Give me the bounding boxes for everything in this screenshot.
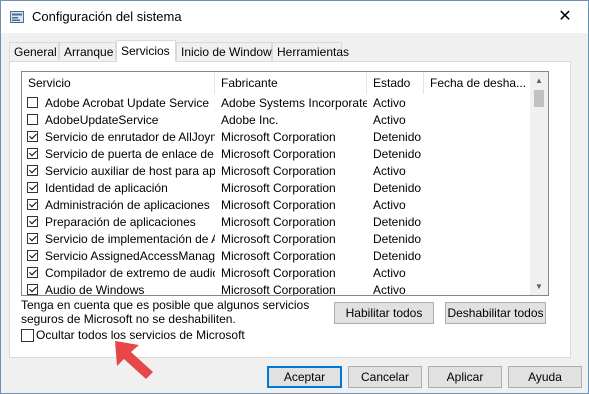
service-name: Servicio de implementación de A...: [45, 232, 215, 246]
services-list-rows: Adobe Acrobat Update Service Adobe System…: [22, 95, 530, 296]
list-item[interactable]: Preparación de aplicaciones Microsoft Cor…: [22, 214, 530, 231]
service-status: Detenido: [373, 147, 422, 161]
apply-button[interactable]: Aplicar: [428, 366, 502, 388]
service-checkbox[interactable]: [27, 284, 38, 295]
list-item[interactable]: Adobe Acrobat Update Service Adobe System…: [22, 95, 530, 112]
column-header-estado[interactable]: Estado: [367, 72, 424, 94]
tab-general[interactable]: General: [9, 42, 59, 60]
arrow-icon: [115, 341, 153, 379]
service-status: Detenido: [373, 130, 422, 144]
scroll-up-icon[interactable]: ▲: [530, 72, 548, 89]
service-name: Servicio AssignedAccessManager: [45, 249, 215, 263]
service-manufacturer: Microsoft Corporation: [221, 232, 336, 246]
service-status: Detenido: [373, 249, 422, 263]
service-name: AdobeUpdateService: [45, 113, 159, 127]
list-item[interactable]: Servicio de puerta de enlace de ... Micro…: [22, 146, 530, 163]
list-item[interactable]: Servicio de implementación de A... Micros…: [22, 231, 530, 248]
column-header-fecha[interactable]: Fecha de desha...: [424, 72, 530, 94]
service-name: Servicio de puerta de enlace de ...: [45, 147, 215, 161]
close-button[interactable]: ✕: [542, 1, 588, 33]
service-status: Activo: [373, 283, 406, 296]
service-checkbox[interactable]: [27, 114, 38, 125]
list-item[interactable]: Servicio de enrutador de AllJoyn Microsof…: [22, 129, 530, 146]
list-item[interactable]: AdobeUpdateService Adobe Inc. Activo: [22, 112, 530, 129]
service-checkbox[interactable]: [27, 250, 38, 261]
cancel-button[interactable]: Cancelar: [348, 366, 422, 388]
service-checkbox[interactable]: [27, 97, 38, 108]
service-status: Detenido: [373, 215, 422, 229]
service-checkbox[interactable]: [27, 148, 38, 159]
services-list[interactable]: Servicio Fabricante Estado Fecha de desh…: [21, 71, 549, 296]
service-name: Servicio de enrutador de AllJoyn: [45, 130, 215, 144]
ok-button[interactable]: Aceptar: [267, 366, 342, 388]
list-item[interactable]: Administración de aplicaciones Microsoft …: [22, 197, 530, 214]
microsoft-services-note: Tenga en cuenta que es posible que algun…: [21, 298, 310, 326]
list-item[interactable]: Servicio auxiliar de host para apl... Mic…: [22, 163, 530, 180]
service-manufacturer: Adobe Systems Incorporated: [221, 96, 367, 110]
service-manufacturer: Microsoft Corporation: [221, 164, 336, 178]
service-status: Activo: [373, 164, 406, 178]
scroll-thumb[interactable]: [534, 90, 544, 107]
services-list-header: Servicio Fabricante Estado Fecha de desh…: [22, 72, 530, 94]
tab-inicio-de-windows[interactable]: Inicio de Windows: [176, 42, 278, 60]
service-checkbox[interactable]: [27, 199, 38, 210]
service-manufacturer: Microsoft Corporation: [221, 181, 336, 195]
tab-arranque[interactable]: Arranque: [59, 42, 116, 60]
title-bar[interactable]: Configuración del sistema ✕: [1, 1, 588, 33]
column-header-servicio[interactable]: Servicio: [22, 72, 215, 94]
service-name: Preparación de aplicaciones: [45, 215, 196, 229]
service-name: Administración de aplicaciones: [45, 198, 210, 212]
disable-all-button[interactable]: Deshabilitar todos: [445, 302, 546, 324]
service-manufacturer: Microsoft Corporation: [221, 147, 336, 161]
service-checkbox[interactable]: [27, 216, 38, 227]
service-checkbox[interactable]: [27, 165, 38, 176]
help-button[interactable]: Ayuda: [508, 366, 582, 388]
tab-servicios[interactable]: Servicios: [116, 40, 176, 62]
service-status: Activo: [373, 198, 406, 212]
scroll-down-icon[interactable]: ▼: [530, 278, 548, 295]
service-name: Adobe Acrobat Update Service: [45, 96, 210, 110]
service-manufacturer: Microsoft Corporation: [221, 266, 336, 280]
list-item[interactable]: Servicio AssignedAccessManager Microsoft …: [22, 248, 530, 265]
service-name: Identidad de aplicación: [45, 181, 168, 195]
system-configuration-window: Configuración del sistema ✕ General Arra…: [0, 0, 589, 394]
service-status: Activo: [373, 113, 406, 127]
service-manufacturer: Microsoft Corporation: [221, 198, 336, 212]
service-manufacturer: Microsoft Corporation: [221, 249, 336, 263]
service-status: Detenido: [373, 232, 422, 246]
list-item[interactable]: Compilador de extremo de audio... Microso…: [22, 265, 530, 282]
list-item[interactable]: Identidad de aplicación Microsoft Corpora…: [22, 180, 530, 197]
service-name: Compilador de extremo de audio...: [45, 266, 215, 280]
column-header-fabricante[interactable]: Fabricante: [215, 72, 367, 94]
service-status: Activo: [373, 96, 406, 110]
enable-all-button[interactable]: Habilitar todos: [334, 302, 434, 324]
tab-herramientas[interactable]: Herramientas: [272, 42, 349, 60]
service-manufacturer: Adobe Inc.: [221, 113, 279, 127]
service-manufacturer: Microsoft Corporation: [221, 215, 336, 229]
service-status: Detenido: [373, 181, 422, 195]
service-checkbox[interactable]: [27, 233, 38, 244]
service-status: Activo: [373, 266, 406, 280]
service-checkbox[interactable]: [27, 182, 38, 193]
msconfig-icon: [10, 11, 24, 23]
service-manufacturer: Microsoft Corporation: [221, 130, 336, 144]
hide-microsoft-services-box[interactable]: [21, 329, 34, 342]
services-list-scrollbar[interactable]: ▲ ▼: [530, 72, 548, 295]
service-manufacturer: Microsoft Corporation: [221, 283, 336, 296]
service-name: Servicio auxiliar de host para apl...: [45, 164, 215, 178]
service-name: Audio de Windows: [45, 283, 145, 296]
close-icon: ✕: [558, 8, 572, 25]
service-checkbox[interactable]: [27, 267, 38, 278]
list-item[interactable]: Audio de Windows Microsoft Corporation Act…: [22, 282, 530, 296]
window-title: Configuración del sistema: [32, 9, 182, 24]
service-checkbox[interactable]: [27, 131, 38, 142]
